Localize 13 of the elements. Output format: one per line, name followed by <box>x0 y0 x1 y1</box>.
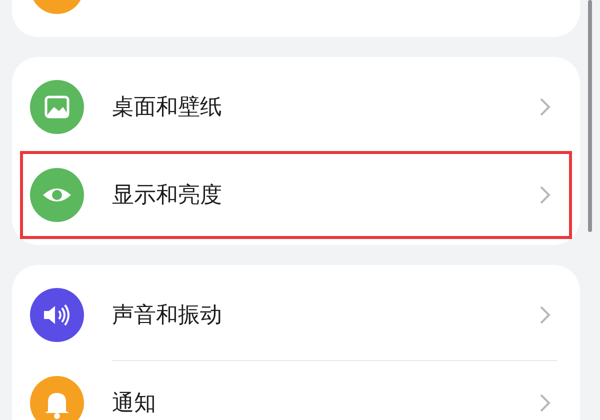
chevron-right-icon <box>539 393 551 413</box>
chevron-right-icon <box>539 305 551 325</box>
settings-item[interactable]: 声音和振动 <box>20 271 572 359</box>
settings-item[interactable]: 显示和亮度 <box>20 151 572 239</box>
chevron-right-icon <box>539 185 551 205</box>
settings-item[interactable]: 桌面和壁纸 <box>20 63 572 151</box>
item-label: 声音和振动 <box>112 302 223 330</box>
item-label: 通知 <box>112 390 157 418</box>
scroll-bar[interactable] <box>588 0 592 232</box>
item-label: 显示和亮度 <box>112 182 223 210</box>
item-label: 桌面和壁纸 <box>112 94 223 122</box>
chevron-right-icon <box>539 97 551 117</box>
settings-item[interactable]: 通知 <box>20 359 572 420</box>
